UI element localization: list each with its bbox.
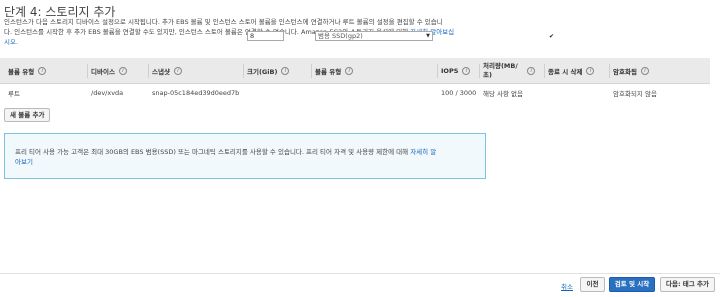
column-divider: [243, 64, 244, 78]
cell-volume-type: 루트: [8, 90, 20, 98]
free-tier-learn-more-link-continued[interactable]: 아보기: [15, 158, 33, 166]
free-tier-info-text: 프리 티어 사용 가능 고객은 최대 30GB의 EBS 범용(SSD) 또는 …: [15, 147, 480, 167]
table-header: 볼륨 유형 i 디바이스 i 스냅샷 i 크기(GiB) i 볼륨 유형 i IOPS i …: [0, 58, 710, 84]
learn-more-link-continued[interactable]: 시오.: [4, 38, 18, 46]
info-icon[interactable]: i: [640, 67, 649, 75]
header-delete-label: 종료 시 삭제: [548, 68, 583, 76]
free-tier-info-box: 프리 티어 사용 가능 고객은 최대 30GB의 EBS 범용(SSD) 또는 …: [4, 133, 486, 179]
free-tier-learn-more-link[interactable]: 자세히 알: [410, 148, 436, 156]
footer-divider: [0, 273, 720, 274]
info-icon[interactable]: i: [345, 67, 354, 75]
column-divider: [311, 64, 312, 78]
chevron-down-icon: ▼: [426, 33, 430, 39]
header-size: 크기(GiB) i: [243, 58, 290, 84]
column-divider: [148, 64, 149, 78]
header-device: 디바이스 i: [87, 58, 127, 84]
cell-iops: 100 / 3000: [441, 89, 477, 97]
free-tier-info-body: 프리 티어 사용 가능 고객은 최대 30GB의 EBS 범용(SSD) 또는 …: [15, 148, 411, 156]
header-snapshot: 스냅샷 i: [148, 58, 182, 84]
header-device-label: 디바이스: [91, 68, 115, 76]
volume-type-selected: 범용 SSD(gp2): [318, 32, 363, 40]
cancel-link[interactable]: 취소: [561, 281, 573, 291]
info-icon[interactable]: i: [586, 67, 595, 75]
column-divider: [479, 64, 480, 78]
header-snapshot-label: 스냅샷: [152, 68, 170, 76]
cell-snapshot: snap-05c184ed39d0eed7b: [152, 89, 240, 97]
header-iops: IOPS i: [437, 58, 471, 84]
info-icon[interactable]: i: [173, 67, 182, 75]
review-and-launch-button[interactable]: 검토 및 시작: [609, 277, 655, 292]
next-add-tags-button[interactable]: 다음: 태그 추가: [660, 277, 715, 292]
volume-type-select[interactable]: 범용 SSD(gp2) ▼: [315, 31, 433, 41]
size-input[interactable]: 8: [247, 31, 284, 41]
header-iops-label: IOPS: [441, 67, 459, 75]
previous-button[interactable]: 이전: [580, 277, 605, 292]
delete-on-termination-checkbox[interactable]: ✔: [548, 33, 555, 40]
table-row: 루트 /dev/xvda snap-05c184ed39d0eed7b 100 …: [0, 84, 710, 102]
info-icon[interactable]: i: [462, 67, 471, 75]
header-volume-type: 볼륨 유형 i: [8, 58, 47, 84]
column-divider: [609, 64, 610, 78]
header-vol-type-label: 볼륨 유형: [315, 68, 342, 76]
header-vol-type: 볼륨 유형 i: [311, 58, 354, 84]
cell-encryption: 암호화되지 않음: [613, 90, 657, 98]
info-icon[interactable]: i: [527, 67, 535, 75]
header-volume-type-label: 볼륨 유형: [8, 68, 35, 76]
header-encryption-label: 암호화됨: [613, 68, 637, 76]
header-delete-on-termination: 종료 시 삭제 i: [544, 58, 595, 84]
header-throughput: 처리량(MB/초) i: [479, 58, 535, 84]
header-throughput-label: 처리량(MB/초): [483, 62, 518, 79]
info-icon[interactable]: i: [281, 67, 290, 75]
cell-throughput: 해당 사항 없음: [483, 90, 524, 98]
column-divider: [437, 64, 438, 78]
header-size-label: 크기(GiB): [247, 68, 278, 76]
header-encryption: 암호화됨 i: [609, 58, 649, 84]
info-icon[interactable]: i: [38, 67, 47, 75]
description-line-1: 인스턴스가 다음 스토리지 디바이스 설정으로 시작됩니다. 추가 EBS 볼륨…: [4, 18, 443, 26]
cell-device: /dev/xvda: [91, 89, 124, 97]
info-icon[interactable]: i: [118, 67, 127, 75]
column-divider: [544, 64, 545, 78]
column-divider: [87, 64, 88, 78]
add-volume-button[interactable]: 새 볼륨 추가: [4, 108, 51, 122]
